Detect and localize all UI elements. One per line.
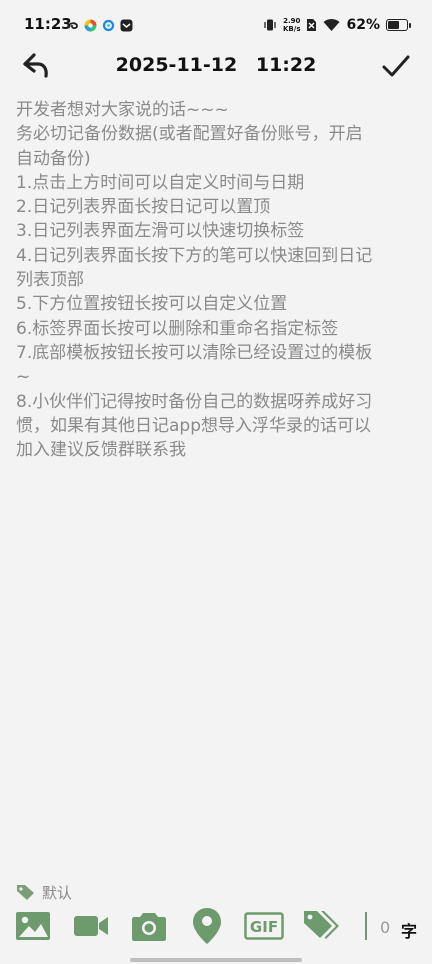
content-line: 8.小伙伴们记得按时备份自己的数据呀养成好习	[16, 391, 373, 412]
tag-row[interactable]: 默认	[16, 880, 72, 904]
toolbar-divider	[365, 912, 367, 940]
net-speed-unit: KB/s	[283, 25, 301, 33]
content-line: 惯，如果有其他日记app想导入浮华录的话可以	[16, 415, 371, 436]
image-button[interactable]	[14, 906, 52, 946]
content-line: 自动备份)	[16, 148, 91, 169]
content-line: 5.下方位置按钮长按可以自定义位置	[16, 294, 288, 315]
swirl-icon	[67, 21, 78, 29]
no-sim-icon	[307, 19, 317, 31]
gif-button[interactable]: GIF	[244, 906, 284, 946]
location-pin-icon	[193, 908, 221, 944]
blue-c-icon	[102, 19, 115, 31]
tag-label: 默认	[42, 883, 73, 902]
entry-time[interactable]: 11:22	[256, 54, 316, 76]
notification-icons	[66, 17, 133, 33]
content-line: ~	[16, 367, 31, 388]
content-line: 6.标签界面长按可以删除和重命名指定标签	[16, 318, 339, 339]
content-line: 务必切记备份数据(或者配置好备份账号，开启	[16, 124, 363, 145]
content-line: 4.日记列表界面长按下方的笔可以快速回到日记	[16, 245, 373, 266]
entry-date[interactable]: 2025-11-12	[116, 54, 238, 76]
video-camera-icon	[74, 916, 108, 936]
location-button[interactable]	[188, 906, 226, 946]
diary-content[interactable]: 开发者想对大家说的话~~~ 务必切记备份数据(或者配置好备份账号，开启 自动备份) 1…	[16, 98, 420, 462]
home-indicator[interactable]	[130, 958, 302, 962]
message-app-icon	[120, 19, 133, 31]
status-time: 11:23	[24, 15, 72, 33]
gif-label: GIF	[250, 918, 278, 936]
gif-icon: GIF	[244, 912, 284, 940]
tags-icon	[304, 911, 339, 939]
tag-icon	[17, 885, 34, 900]
camera-icon	[132, 913, 166, 941]
video-button[interactable]	[72, 906, 110, 946]
content-line: 2.日记列表界面长按日记可以置顶	[16, 197, 271, 218]
checkmark-icon[interactable]	[380, 50, 412, 82]
status-right: 2.90 KB/s 62%	[263, 14, 411, 36]
content-line: 开发者想对大家说的话~~~	[16, 100, 229, 120]
word-count: 0	[380, 918, 391, 937]
status-bar: 11:23 2.90 KB/s 62%	[0, 0, 432, 50]
editor-toolbar: 2025-11-12 11:22	[0, 44, 432, 88]
net-speed: 2.90 KB/s	[283, 17, 300, 33]
content-line: 加入建议反馈群联系我	[16, 440, 186, 461]
battery-icon	[386, 19, 411, 31]
word-count-unit: 字	[401, 922, 418, 941]
template-button[interactable]	[302, 906, 342, 946]
content-line: 3.日记列表界面左滑可以快速切换标签	[16, 221, 305, 242]
camera-button[interactable]	[130, 906, 168, 946]
vibrate-icon	[264, 19, 276, 31]
net-speed-value: 2.90	[283, 17, 301, 25]
content-line: 列表顶部	[16, 270, 84, 291]
battery-percent: 62%	[346, 17, 380, 33]
wifi-icon	[323, 18, 340, 31]
content-line: 7.底部模板按钮长按可以清除已经设置过的模板	[16, 342, 373, 363]
date-time-picker[interactable]: 2025-11-12 11:22	[0, 54, 432, 76]
bottom-toolbar: GIF	[0, 906, 432, 946]
colorful-app-icon	[84, 19, 97, 31]
content-line: 1.点击上方时间可以自定义时间与日期	[16, 172, 305, 193]
image-icon	[16, 912, 50, 940]
